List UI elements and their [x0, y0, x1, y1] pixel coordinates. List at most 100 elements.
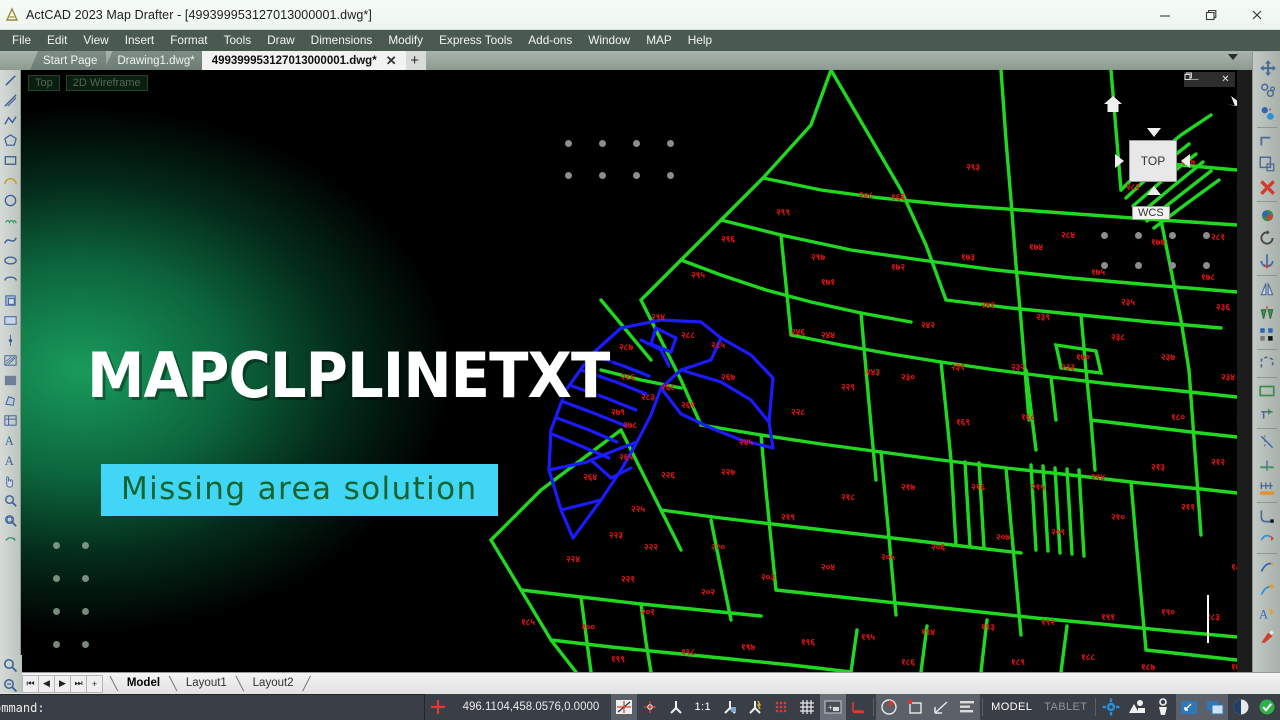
- new-layout-button[interactable]: +: [86, 674, 103, 693]
- workspace-gear-icon[interactable]: [1098, 694, 1124, 720]
- view-cube[interactable]: TOP WCS: [1087, 78, 1237, 228]
- zoom-window-tool-icon[interactable]: [1, 676, 20, 695]
- drawing-viewport[interactable]: २०८ २९३ २८४ २८२ २८१ २७७ २९९ २९७ २९५ २९६ २९४ २८…: [21, 70, 1237, 672]
- match-properties-tool-icon[interactable]: [1256, 625, 1278, 647]
- rotate-tool-icon[interactable]: [1256, 227, 1278, 249]
- first-layout-button[interactable]: ⏮: [22, 674, 39, 693]
- region-tool-icon[interactable]: [1, 391, 20, 410]
- fillet-tool-icon[interactable]: [1256, 505, 1278, 527]
- new-tab-button[interactable]: +: [403, 51, 426, 70]
- isolate-objects-icon[interactable]: [1150, 694, 1176, 720]
- close-icon[interactable]: ✕: [386, 53, 397, 69]
- break-tool-icon[interactable]: [1256, 431, 1278, 453]
- mirror-tool-icon[interactable]: [1256, 278, 1278, 300]
- menu-item-draw[interactable]: Draw: [259, 30, 303, 51]
- hardware-acceleration-icon[interactable]: [1124, 694, 1150, 720]
- menu-item-edit[interactable]: Edit: [39, 30, 75, 51]
- edit-polyline-tool-icon[interactable]: [1256, 556, 1278, 578]
- copy-tool-icon[interactable]: [1256, 79, 1278, 101]
- document-tab[interactable]: Drawing1.dwg*: [104, 51, 204, 70]
- tablet-toggle[interactable]: TABLET: [1038, 694, 1093, 720]
- gradient-tool-icon[interactable]: [1, 371, 20, 390]
- layout-tab-model[interactable]: Model: [118, 673, 169, 694]
- last-layout-button[interactable]: ⏭: [70, 674, 87, 693]
- menu-item-insert[interactable]: Insert: [117, 30, 163, 51]
- view-label[interactable]: Top: [28, 75, 60, 91]
- zoom-extents-tool-icon[interactable]: [1, 511, 20, 530]
- edit-spline-tool-icon[interactable]: [1256, 579, 1278, 601]
- menu-item-window[interactable]: Window: [580, 30, 638, 51]
- visual-style-label[interactable]: 2D Wireframe: [65, 75, 148, 91]
- snap-mode-icon[interactable]: [768, 694, 794, 720]
- status-ok-icon[interactable]: [1254, 694, 1280, 720]
- menu-item-modify[interactable]: Modify: [380, 30, 431, 51]
- previous-layout-button[interactable]: ◀: [38, 674, 55, 693]
- viewcube-arrow-left[interactable]: [1115, 154, 1124, 168]
- join-tool-icon[interactable]: [1256, 454, 1278, 476]
- viewcube-arrow-down[interactable]: [1147, 186, 1161, 195]
- viewport-restore-button[interactable]: [1184, 72, 1217, 86]
- ellipse-tool-icon[interactable]: [1, 251, 20, 270]
- hatch-tool-icon[interactable]: [1, 351, 20, 370]
- menu-item-express-tools[interactable]: Express Tools: [431, 30, 520, 51]
- line-tool-icon[interactable]: [1, 71, 20, 90]
- model-space-toggle[interactable]: MODEL: [985, 694, 1038, 720]
- next-layout-button[interactable]: ▶: [54, 674, 71, 693]
- close-button[interactable]: [1234, 0, 1280, 30]
- chamfer-tool-icon[interactable]: [1256, 477, 1278, 499]
- edit-text-tool-icon[interactable]: A: [1256, 602, 1278, 624]
- osnap-icon[interactable]: [663, 694, 689, 720]
- construction-line-tool-icon[interactable]: [1, 91, 20, 110]
- ellipse-arc-tool-icon[interactable]: [1, 271, 20, 290]
- clean-screen-icon[interactable]: [1176, 694, 1203, 720]
- viewcube-ucs-label[interactable]: WCS: [1132, 206, 1170, 220]
- menu-item-tools[interactable]: Tools: [216, 30, 260, 51]
- menu-item-dimensions[interactable]: Dimensions: [303, 30, 381, 51]
- erase-tool-icon[interactable]: [1256, 176, 1278, 198]
- quick-properties-icon[interactable]: [1228, 694, 1254, 720]
- array-tool-icon[interactable]: [1256, 153, 1278, 175]
- viewcube-face[interactable]: TOP: [1129, 140, 1177, 182]
- menu-item-format[interactable]: Format: [162, 30, 215, 51]
- polar-tracking-icon[interactable]: [743, 694, 769, 720]
- table-tool-icon[interactable]: [1, 411, 20, 430]
- coordinates-display[interactable]: 496.1104,458.0576,0.0000: [451, 701, 612, 713]
- maximize-button[interactable]: [1188, 0, 1234, 30]
- spline-tool-icon[interactable]: [1, 231, 20, 250]
- array-rect-tool-icon[interactable]: [1256, 324, 1278, 346]
- dynamic-input-icon[interactable]: +: [819, 694, 846, 720]
- annotation-scale-icon[interactable]: [928, 694, 955, 720]
- transparency-icon[interactable]: [876, 694, 903, 720]
- menu-item-view[interactable]: View: [75, 30, 116, 51]
- viewcube-arrow-up[interactable]: [1147, 128, 1161, 137]
- layout-tab-layout2[interactable]: Layout2: [244, 673, 303, 694]
- rotate-3d-tool-icon[interactable]: [1256, 204, 1278, 226]
- viewport-close-button[interactable]: ✕: [1218, 73, 1233, 86]
- snap-target-icon[interactable]: [637, 694, 663, 720]
- mirror-blue-tool-icon[interactable]: [1256, 102, 1278, 124]
- document-tab[interactable]: Start Page: [30, 51, 107, 70]
- trim-tool-icon[interactable]: [1256, 380, 1278, 402]
- arc-tool-icon[interactable]: [1, 171, 20, 190]
- zoom-window-tool-icon[interactable]: [1, 491, 20, 510]
- stretch-tool-icon[interactable]: [1256, 352, 1278, 374]
- insert-block-tool-icon[interactable]: [1, 291, 20, 310]
- extend-tool-icon[interactable]: [1256, 403, 1278, 425]
- multiline-text-tool-icon[interactable]: A: [1, 431, 20, 450]
- scale-display[interactable]: 1:1: [689, 694, 718, 720]
- scale-tool-icon[interactable]: [1256, 301, 1278, 323]
- point-tool-icon[interactable]: [1, 331, 20, 350]
- zoom-previous-tool-icon[interactable]: [1, 531, 20, 550]
- align-tool-icon[interactable]: [1256, 250, 1278, 272]
- revision-cloud-tool-icon[interactable]: [1, 211, 20, 230]
- move-tool-icon[interactable]: [1256, 56, 1278, 78]
- pan-tool-icon[interactable]: [1, 471, 20, 490]
- tab-list-dropdown-icon[interactable]: [1228, 54, 1238, 60]
- menu-item-help[interactable]: Help: [680, 30, 720, 51]
- circle-tool-icon[interactable]: [1, 191, 20, 210]
- selection-cycling-icon[interactable]: [902, 694, 929, 720]
- menu-item-file[interactable]: File: [4, 30, 39, 51]
- rectangle-tool-icon[interactable]: [1, 151, 20, 170]
- polyline-tool-icon[interactable]: [1, 111, 20, 130]
- otrack-icon[interactable]: [717, 694, 743, 720]
